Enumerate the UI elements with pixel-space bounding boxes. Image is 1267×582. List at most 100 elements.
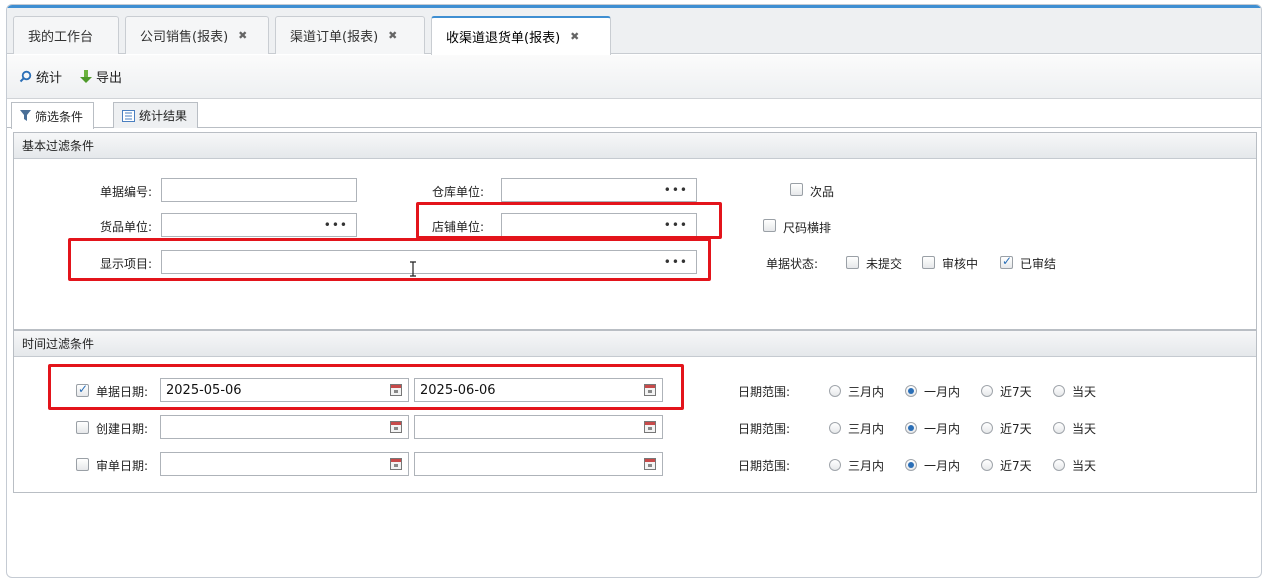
range-7d-radio[interactable] xyxy=(981,385,993,397)
range-3m-radio[interactable] xyxy=(829,422,841,434)
app-window: 我的工作台 公司销售(报表) ✖ 渠道订单(报表) ✖ 收渠道退货单(报表) ✖… xyxy=(6,4,1262,578)
calendar-icon xyxy=(644,458,656,470)
export-button-label: 导出 xyxy=(96,71,123,86)
range-today-radio[interactable] xyxy=(1053,459,1065,471)
size-row-label: 尺码横排 xyxy=(783,221,832,235)
date-range-label: 日期范围: xyxy=(738,459,791,473)
status-option-label: 已审结 xyxy=(1020,257,1057,271)
range-7d-radio[interactable] xyxy=(981,459,993,471)
create-date-label: 创建日期: xyxy=(96,422,149,436)
range-option-label: 三月内 xyxy=(848,459,885,473)
doc-status-label: 单据状态: xyxy=(766,257,819,271)
range-3m-radio[interactable] xyxy=(829,459,841,471)
export-button[interactable]: 导出 xyxy=(80,67,122,86)
doc-date-to-input[interactable]: 2025-06-06 xyxy=(414,378,663,402)
display-items-picker[interactable]: ••• xyxy=(161,250,697,274)
close-icon[interactable]: ✖ xyxy=(238,29,247,42)
tab-stat-results[interactable]: 统计结果 xyxy=(113,102,199,128)
doc-date-checkbox[interactable] xyxy=(76,382,89,397)
range-option-label: 一月内 xyxy=(924,385,961,399)
range-option-label: 当天 xyxy=(1072,422,1097,436)
shop-label: 店铺单位: xyxy=(431,220,484,234)
range-today-radio[interactable] xyxy=(1053,385,1065,397)
range-option-label: 近7天 xyxy=(1000,422,1032,436)
panel-title: 基本过滤条件 xyxy=(14,133,1256,159)
date-value: 2025-05-06 xyxy=(166,382,242,398)
more-icon[interactable]: ••• xyxy=(664,218,688,232)
stat-button[interactable]: 统计 xyxy=(19,67,62,86)
defective-label: 次品 xyxy=(810,185,835,199)
close-icon[interactable]: ✖ xyxy=(570,30,579,43)
doc-date-label: 单据日期: xyxy=(96,385,149,399)
list-icon xyxy=(122,109,135,122)
defective-checkbox[interactable] xyxy=(790,183,803,196)
create-date-to-input[interactable] xyxy=(414,415,663,439)
range-option-label: 三月内 xyxy=(848,422,885,436)
goods-unit-label: 货品单位: xyxy=(99,220,152,234)
range-option-label: 近7天 xyxy=(1000,459,1032,473)
review-date-checkbox[interactable] xyxy=(76,458,89,471)
range-option-label: 当天 xyxy=(1072,459,1097,473)
status-option-label: 审核中 xyxy=(942,257,979,271)
tab-channel-orders[interactable]: 渠道订单(报表) ✖ xyxy=(275,16,425,54)
shop-picker[interactable]: ••• xyxy=(501,213,697,237)
tab-label: 筛选条件 xyxy=(35,109,84,124)
range-1m-radio[interactable] xyxy=(905,422,917,434)
create-date-from-input[interactable] xyxy=(160,415,409,439)
calendar-icon xyxy=(390,384,402,396)
basic-filter-panel: 基本过滤条件 单据编号: 仓库单位: ••• 次品 货品单位: ••• 店铺单位… xyxy=(13,132,1257,330)
date-range-label: 日期范围: xyxy=(738,385,791,399)
calendar-icon xyxy=(644,421,656,433)
tab-company-sales[interactable]: 公司销售(报表) ✖ xyxy=(125,16,269,54)
doc-date-from-input[interactable]: 2025-05-06 xyxy=(160,378,409,402)
tab-label: 公司销售(报表) xyxy=(140,30,229,45)
more-icon[interactable]: ••• xyxy=(664,183,688,197)
range-7d-radio[interactable] xyxy=(981,422,993,434)
text-cursor-icon xyxy=(410,261,416,277)
tab-filter-conditions[interactable]: 筛选条件 xyxy=(11,102,95,129)
stat-button-label: 统计 xyxy=(36,71,63,86)
create-date-checkbox[interactable] xyxy=(76,421,89,434)
arrow-down-icon xyxy=(80,69,93,83)
status-reviewing-checkbox[interactable] xyxy=(922,256,935,269)
tab-bar: 我的工作台 公司销售(报表) ✖ 渠道订单(报表) ✖ 收渠道退货单(报表) ✖ xyxy=(7,8,1261,55)
review-date-from-input[interactable] xyxy=(160,452,409,476)
status-option-label: 未提交 xyxy=(866,257,903,271)
range-option-label: 一月内 xyxy=(924,422,961,436)
review-date-to-input[interactable] xyxy=(414,452,663,476)
range-option-label: 三月内 xyxy=(848,385,885,399)
date-value: 2025-06-06 xyxy=(420,382,496,398)
time-filter-panel: 时间过滤条件 单据日期: 2025-05-06 2025-06-06 创建日期:… xyxy=(13,330,1257,493)
status-unsubmitted-checkbox[interactable] xyxy=(846,256,859,269)
range-option-label: 近7天 xyxy=(1000,385,1032,399)
toolbar: 统计 导出 xyxy=(7,55,1261,99)
close-icon[interactable]: ✖ xyxy=(388,29,397,42)
search-icon xyxy=(19,70,32,83)
tab-channel-returns[interactable]: 收渠道退货单(报表) ✖ xyxy=(431,16,611,55)
calendar-icon xyxy=(390,458,402,470)
range-option-label: 一月内 xyxy=(924,459,961,473)
range-today-radio[interactable] xyxy=(1053,422,1065,434)
review-date-label: 审单日期: xyxy=(96,459,149,473)
goods-unit-picker[interactable]: ••• xyxy=(161,213,357,237)
size-row-checkbox[interactable] xyxy=(763,219,776,232)
panel-title: 时间过滤条件 xyxy=(14,331,1256,357)
tab-workbench[interactable]: 我的工作台 xyxy=(13,16,119,54)
doc-no-input[interactable] xyxy=(161,178,357,202)
tab-label: 统计结果 xyxy=(139,109,188,123)
range-1m-radio[interactable] xyxy=(905,459,917,471)
display-items-label: 显示项目: xyxy=(99,257,152,271)
range-3m-radio[interactable] xyxy=(829,385,841,397)
sub-tab-bar: 筛选条件 统计结果 xyxy=(7,100,1261,129)
warehouse-picker[interactable]: ••• xyxy=(501,178,697,202)
warehouse-label: 仓库单位: xyxy=(431,185,484,199)
more-icon[interactable]: ••• xyxy=(324,218,348,232)
more-icon[interactable]: ••• xyxy=(664,255,688,269)
calendar-icon xyxy=(390,421,402,433)
range-1m-radio[interactable] xyxy=(905,385,917,397)
tab-label: 渠道订单(报表) xyxy=(290,30,379,45)
tab-label: 收渠道退货单(报表) xyxy=(446,31,561,46)
date-range-label: 日期范围: xyxy=(738,422,791,436)
calendar-icon xyxy=(644,384,656,396)
status-closed-checkbox[interactable] xyxy=(1000,254,1013,269)
